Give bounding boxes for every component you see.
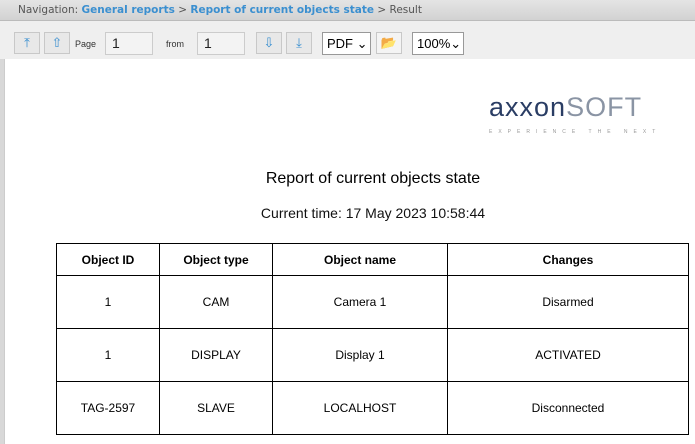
cell: TAG-2597 [56,381,160,435]
zoom-select[interactable]: 100%⌄ [412,32,464,55]
first-page-icon[interactable]: ⤒ [14,32,40,54]
cell: CAM [159,275,273,329]
format-select[interactable]: PDF ⌄ [322,32,371,55]
cell: Display 1 [272,328,448,382]
nav-prefix: Navigation: [18,4,79,16]
page-input[interactable]: 1 [105,32,153,55]
cell: 1 [56,328,160,382]
objects-table: Object ID Object type Object name Change… [56,243,689,435]
general-reports-link[interactable]: General reports [82,4,175,16]
format-value: PDF [327,36,353,51]
table-row: 1 CAM Camera 1 Disarmed [56,275,689,329]
cell: ACTIVATED [447,328,689,382]
last-page-icon[interactable]: ⤓ [286,32,312,54]
cell: Disconnected [447,381,689,435]
table-row: TAG-2597 SLAVE LOCALHOST Disconnected [56,381,689,435]
current-time: Current time: 17 May 2023 10:58:44 [260,205,486,221]
col-header: Changes [447,243,689,276]
cell: DISPLAY [159,328,273,382]
prev-page-icon[interactable]: ⇧ [44,32,70,54]
cell: Disarmed [447,275,689,329]
from-label: from [166,39,184,49]
page-label: Page [75,39,97,49]
logo-tagline: EXPERIENCE THE NEXT [489,129,662,135]
report-link[interactable]: Report of current objects state [190,4,374,16]
current-crumb: Result [389,4,422,16]
sep: > [178,4,188,16]
next-page-icon[interactable]: ⇩ [256,32,282,54]
cell: LOCALHOST [272,381,448,435]
toolbar: ⤒ ⇧ Page 1 from 1 ⇩ ⤓ PDF ⌄ 📂 100%⌄ [0,21,695,59]
cell: SLAVE [159,381,273,435]
col-header: Object type [159,243,273,276]
export-icon[interactable]: 📂 [376,32,402,54]
table-row: 1 DISPLAY Display 1 ACTIVATED [56,328,689,382]
col-header: Object name [272,243,448,276]
report-page: axxonSOFT EXPERIENCE THE NEXT Report of … [4,59,695,444]
report-title: Report of current objects state [265,170,481,187]
total-pages-field: 1 [197,32,245,55]
zoom-value: 100% [417,36,451,51]
cell: Camera 1 [272,275,448,329]
sep: > [377,4,387,16]
col-header: Object ID [56,243,160,276]
breadcrumb: Navigation: General reports > Report of … [0,0,695,21]
cell: 1 [56,275,160,329]
axxonsoft-logo: axxonSOFT [489,92,643,122]
